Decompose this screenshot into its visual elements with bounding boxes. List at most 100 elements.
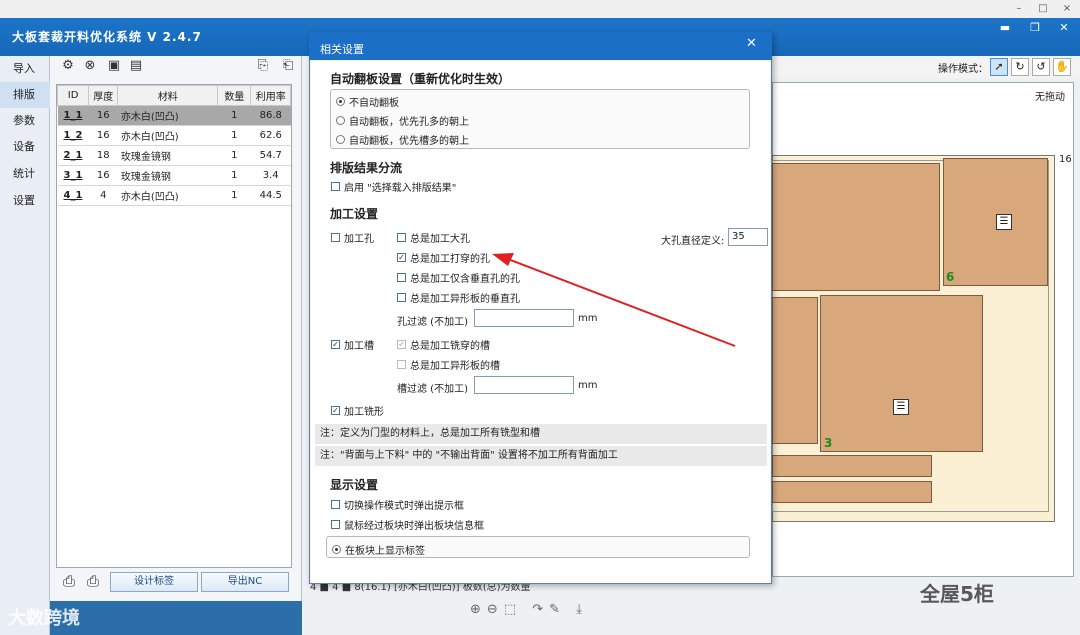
hole-option-big[interactable]: 总是加工大孔 bbox=[397, 230, 470, 245]
pointer-mode-icon[interactable]: ➚ bbox=[990, 58, 1008, 76]
checkbox-icon[interactable]: ✓ bbox=[331, 406, 340, 415]
table-row[interactable]: 2_1 18 玫瑰金镜钢 1 54.7 bbox=[57, 145, 291, 166]
row-qty: 1 bbox=[217, 185, 251, 206]
hand-mode-icon[interactable]: ✋ bbox=[1053, 58, 1071, 76]
app-minimize-icon[interactable]: ▬ bbox=[995, 20, 1015, 36]
import-icon[interactable]: ⎘ bbox=[255, 59, 271, 73]
row-thickness: 18 bbox=[88, 145, 118, 166]
print-preview-icon[interactable]: ⎙ bbox=[84, 574, 102, 592]
board-panel[interactable] bbox=[772, 163, 940, 291]
flip-option-holes[interactable]: 自动翻板，优先孔多的朝上 bbox=[336, 113, 469, 128]
process-milling-checkbox[interactable]: ✓ 加工铣形 bbox=[331, 403, 384, 418]
display-option-hover-info[interactable]: 鼠标经过板块时弹出板块信息框 bbox=[331, 517, 484, 532]
panel-number-label: 6 bbox=[946, 270, 955, 284]
col-thickness[interactable]: 厚度 bbox=[88, 85, 119, 106]
board-panel[interactable] bbox=[772, 455, 932, 477]
dialog-title: 相关设置 bbox=[320, 43, 364, 56]
zoom-in-icon[interactable]: ⊕ bbox=[470, 602, 487, 617]
nav-stats[interactable]: 统计 bbox=[0, 161, 50, 187]
panel-number-label: 3 bbox=[824, 436, 833, 450]
edit-icon[interactable]: ✎ bbox=[549, 602, 566, 617]
hole-option-vertical[interactable]: 总是加工仅含垂直孔的孔 bbox=[397, 270, 520, 285]
result-split-checkbox[interactable]: 启用 "选择载入排版结果" bbox=[331, 179, 456, 194]
zoom-out-icon[interactable]: ⊖ bbox=[487, 602, 504, 617]
checkbox-icon[interactable] bbox=[397, 360, 406, 369]
board-panel[interactable] bbox=[772, 481, 932, 503]
hole-option-shaped[interactable]: 总是加工异形板的垂直孔 bbox=[397, 290, 520, 305]
checkbox-icon[interactable] bbox=[331, 233, 340, 242]
printer-icon[interactable]: ⎙ bbox=[60, 574, 78, 592]
hole-filter-input[interactable] bbox=[474, 309, 574, 327]
col-id[interactable]: ID bbox=[56, 85, 90, 106]
groove-filter-input[interactable] bbox=[474, 376, 574, 394]
checkbox-icon[interactable]: ✓ bbox=[397, 340, 406, 349]
big-hole-input[interactable]: 35 bbox=[728, 228, 768, 246]
hole-option-through[interactable]: ✓ 总是加工打穿的孔 bbox=[397, 250, 490, 265]
process-holes-checkbox[interactable]: 加工孔 bbox=[331, 230, 374, 245]
close-icon[interactable]: × bbox=[1060, 2, 1074, 16]
row-material: 亦木白(凹凸) bbox=[117, 125, 218, 146]
nav-layout[interactable]: 排版 bbox=[0, 82, 50, 108]
app-restore-icon[interactable]: ❐ bbox=[1025, 20, 1045, 36]
watermark-right: 全屋5柜 bbox=[920, 582, 994, 606]
fit-icon[interactable]: ⬚ bbox=[504, 602, 522, 617]
checkbox-icon[interactable] bbox=[397, 273, 406, 282]
checkbox-icon[interactable] bbox=[397, 233, 406, 242]
board-thickness-label: 16 bbox=[1059, 154, 1072, 165]
maximize-icon[interactable]: □ bbox=[1036, 2, 1050, 16]
redo-icon[interactable]: ↷ bbox=[532, 602, 549, 617]
row-thickness: 16 bbox=[88, 125, 118, 146]
nav-devices[interactable]: 设备 bbox=[0, 134, 50, 160]
radio-icon[interactable] bbox=[336, 116, 345, 125]
flip-option-none[interactable]: 不自动翻板 bbox=[336, 94, 399, 109]
row-rate: 3.4 bbox=[250, 165, 291, 186]
flip-option-grooves[interactable]: 自动翻板，优先槽多的朝上 bbox=[336, 132, 469, 147]
radio-icon[interactable] bbox=[336, 135, 345, 144]
dialog-titlebar[interactable] bbox=[309, 32, 772, 60]
row-material: 亦木白(凹凸) bbox=[117, 105, 218, 126]
checkbox-icon[interactable] bbox=[331, 520, 340, 529]
rotate-mode-icon[interactable]: ↻ bbox=[1011, 58, 1029, 76]
table-row[interactable]: 3_1 16 玫瑰金镜钢 1 3.4 bbox=[57, 165, 291, 186]
row-qty: 1 bbox=[217, 105, 251, 126]
board-panel[interactable] bbox=[820, 295, 983, 452]
display-option-mode-tip[interactable]: 切换操作模式时弹出提示框 bbox=[331, 497, 464, 512]
nav-params[interactable]: 参数 bbox=[0, 108, 50, 134]
minimize-icon[interactable]: – bbox=[1012, 2, 1026, 16]
nav-import[interactable]: 导入 bbox=[0, 56, 50, 82]
board-panel[interactable] bbox=[772, 297, 818, 444]
row-rate: 86.8 bbox=[250, 105, 291, 126]
checkbox-icon[interactable] bbox=[397, 293, 406, 302]
table-row[interactable]: 1_2 16 亦木白(凹凸) 1 62.6 bbox=[57, 125, 291, 146]
radio-icon[interactable] bbox=[332, 545, 341, 554]
export-nc-button[interactable]: 导出NC bbox=[201, 572, 289, 592]
groove-option-shaped[interactable]: 总是加工异形板的槽 bbox=[397, 357, 500, 372]
col-rate[interactable]: 利用率 bbox=[250, 85, 291, 106]
no-drag-label: 无拖动 bbox=[1035, 92, 1065, 103]
groove-option-through[interactable]: ✓ 总是加工铣穿的槽 bbox=[397, 337, 490, 352]
checkbox-icon[interactable]: ✓ bbox=[331, 340, 340, 349]
refresh-mode-icon[interactable]: ↺ bbox=[1032, 58, 1050, 76]
nav-settings[interactable]: 设置 bbox=[0, 188, 50, 214]
groove-filter-label: 槽过滤 (不加工) bbox=[397, 384, 468, 395]
design-label-button[interactable]: 设计标签 bbox=[110, 572, 198, 592]
checkbox-icon[interactable] bbox=[331, 500, 340, 509]
radio-icon[interactable] bbox=[336, 97, 345, 106]
checkbox-icon[interactable]: ✓ bbox=[397, 253, 406, 262]
export-icon[interactable]: ⎗ bbox=[280, 59, 296, 73]
gear-icon[interactable]: ⚙ bbox=[60, 59, 76, 73]
link-icon[interactable]: ⊗ bbox=[82, 59, 98, 73]
download-icon[interactable]: ⤓ bbox=[576, 602, 588, 617]
table-row[interactable]: 4_1 4 亦木白(凹凸) 1 44.5 bbox=[57, 185, 291, 206]
col-material[interactable]: 材料 bbox=[117, 85, 219, 106]
display-option-show-label[interactable]: 在板块上显示标签 bbox=[332, 542, 425, 557]
image-icon[interactable]: ▣ bbox=[106, 59, 122, 73]
process-grooves-checkbox[interactable]: ✓ 加工槽 bbox=[331, 337, 374, 352]
table-row[interactable]: 1_1 16 亦木白(凹凸) 1 86.8 bbox=[57, 105, 291, 126]
close-icon[interactable]: ✕ bbox=[746, 36, 757, 51]
checkbox-icon[interactable] bbox=[331, 182, 340, 191]
picture-icon[interactable]: ▤ bbox=[128, 59, 144, 73]
col-qty[interactable]: 数量 bbox=[217, 85, 252, 106]
row-thickness: 16 bbox=[88, 165, 118, 186]
app-close-icon[interactable]: ✕ bbox=[1054, 20, 1074, 36]
